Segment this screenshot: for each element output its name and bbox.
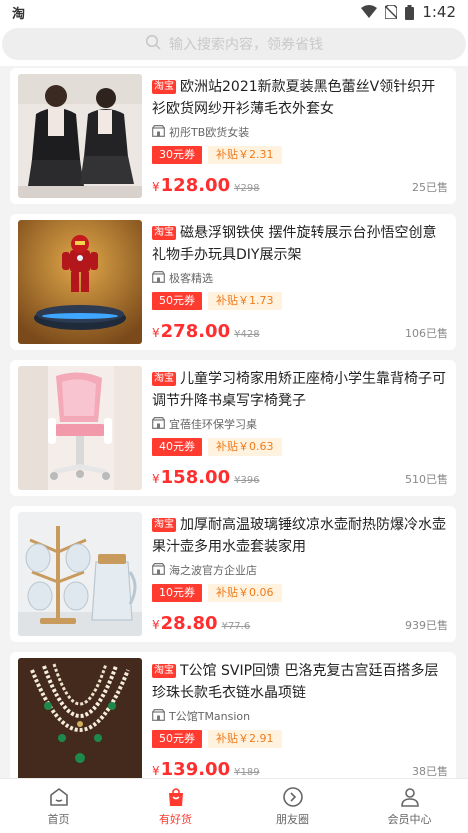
app-indicator: 淘 [12, 6, 26, 22]
search-input[interactable]: 输入搜索内容，领券省钱 [2, 28, 466, 60]
shop-icon [152, 708, 165, 724]
sold-count: 510已售 [405, 473, 448, 486]
taobao-badge: 淘宝 [152, 664, 176, 678]
subsidy-tag: 补贴￥2.31 [208, 146, 282, 164]
nav-member-center-label: 会员中心 [387, 812, 432, 826]
shop-name: 海之波官方企业店 [169, 564, 257, 577]
current-price: ¥28.80 [152, 613, 218, 634]
product-title[interactable]: 淘宝 T公馆 SVIP回馈 巴洛克复古宫廷百搭多层珍珠长款毛衣链水晶项链 [152, 660, 448, 704]
original-price: ¥189 [234, 767, 260, 778]
coupon-tag: 30元券 [152, 146, 202, 164]
taobao-badge: 淘宝 [152, 226, 176, 240]
wifi-icon [361, 5, 378, 19]
original-price: ¥396 [234, 475, 260, 486]
sold-count: 38已售 [412, 765, 448, 778]
product-title[interactable]: 淘宝 欧洲站2021新款夏装黑色蕾丝V领针织开衫欧货网纱开衫薄毛衣外套女 [152, 76, 448, 120]
shop-name: 初彤TB欧货女装 [169, 126, 250, 139]
nav-good-stuff-label: 有好货 [159, 812, 192, 826]
nav-home[interactable]: 首页 [0, 779, 117, 833]
shop-name-row: 海之波官方企业店 [152, 562, 448, 578]
subsidy-tag: 补贴￥0.06 [208, 584, 282, 602]
nav-good-stuff[interactable]: 有好货 [117, 779, 234, 833]
nav-member-center[interactable]: 会员中心 [351, 779, 468, 833]
nav-moments-label: 朋友圈 [276, 812, 309, 826]
shop-icon [152, 416, 165, 432]
nav-home-label: 首页 [47, 812, 70, 826]
battery-icon [405, 4, 415, 20]
coupon-tag: 50元券 [152, 730, 202, 748]
product-image[interactable] [18, 220, 142, 344]
shop-icon [152, 124, 165, 140]
product-image[interactable] [18, 366, 142, 490]
product-card[interactable]: 淘宝 加厚耐高温玻璃锤纹凉水壶耐热防爆冷水壶果汁壶多用水壶套装家用 海之波官方企业… [10, 506, 456, 642]
shop-name-row: T公馆TMansion [152, 708, 448, 724]
taobao-badge: 淘宝 [152, 372, 176, 386]
current-price: ¥278.00 [152, 321, 231, 342]
current-price: ¥139.00 [152, 759, 231, 780]
shop-name: 极客精选 [169, 272, 213, 285]
sold-count: 106已售 [405, 327, 448, 340]
shop-name: T公馆TMansion [169, 710, 251, 723]
shop-name-row: 初彤TB欧货女装 [152, 124, 448, 140]
product-image[interactable] [18, 658, 142, 782]
product-image[interactable] [18, 512, 142, 636]
shop-name-row: 极客精选 [152, 270, 448, 286]
original-price: ¥298 [234, 183, 260, 194]
subsidy-tag: 补贴￥0.63 [208, 438, 282, 456]
product-title[interactable]: 淘宝 加厚耐高温玻璃锤纹凉水壶耐热防爆冷水壶果汁壶多用水壶套装家用 [152, 514, 448, 558]
product-card[interactable]: 淘宝 磁悬浮钢铁侠 摆件旋转展示台孙悟空创意礼物手办玩具DIY展示架 极客精选 5… [10, 214, 456, 350]
search-bar-container: 输入搜索内容，领券省钱 [0, 24, 468, 66]
user-icon [399, 786, 421, 808]
sold-count: 25已售 [412, 181, 448, 194]
shop-name: 宜蓓佳环保学习桌 [169, 418, 257, 431]
clock: 1:42 [422, 3, 456, 21]
product-feed: 淘宝 欧洲站2021新款夏装黑色蕾丝V领针织开衫欧货网纱开衫薄毛衣外套女 初彤TB… [10, 68, 456, 798]
product-card[interactable]: 淘宝 儿童学习椅家用矫正座椅小学生靠背椅子可调节升降书桌写字椅凳子 宜蓓佳环保学习… [10, 360, 456, 496]
bottom-navigation: 首页 有好货 朋友圈 会员中心 [0, 778, 468, 833]
search-placeholder: 输入搜索内容，领券省钱 [169, 37, 323, 53]
product-card[interactable]: 淘宝 欧洲站2021新款夏装黑色蕾丝V领针织开衫欧货网纱开衫薄毛衣外套女 初彤TB… [10, 68, 456, 204]
subsidy-tag: 补贴￥1.73 [208, 292, 282, 310]
original-price: ¥428 [234, 329, 260, 340]
current-price: ¥158.00 [152, 467, 231, 488]
subsidy-tag: 补贴￥2.91 [208, 730, 282, 748]
shop-icon [152, 270, 165, 286]
status-bar: 淘 1:42 [0, 0, 468, 24]
current-price: ¥128.00 [152, 175, 231, 196]
shopping-bag-icon [165, 786, 187, 808]
sold-count: 939已售 [405, 619, 448, 632]
product-title[interactable]: 淘宝 磁悬浮钢铁侠 摆件旋转展示台孙悟空创意礼物手办玩具DIY展示架 [152, 222, 448, 266]
product-title[interactable]: 淘宝 儿童学习椅家用矫正座椅小学生靠背椅子可调节升降书桌写字椅凳子 [152, 368, 448, 412]
no-sim-icon [385, 5, 398, 19]
coupon-tag: 40元券 [152, 438, 202, 456]
product-image[interactable] [18, 74, 142, 198]
taobao-badge: 淘宝 [152, 518, 176, 532]
shop-icon [152, 562, 165, 578]
home-icon [48, 786, 70, 808]
shop-name-row: 宜蓓佳环保学习桌 [152, 416, 448, 432]
nav-moments[interactable]: 朋友圈 [234, 779, 351, 833]
product-card[interactable]: 淘宝 T公馆 SVIP回馈 巴洛克复古宫廷百搭多层珍珠长款毛衣链水晶项链 T公馆T… [10, 652, 456, 788]
circle-arrow-icon [282, 786, 304, 808]
search-icon [145, 34, 161, 54]
coupon-tag: 10元券 [152, 584, 202, 602]
coupon-tag: 50元券 [152, 292, 202, 310]
taobao-badge: 淘宝 [152, 80, 176, 94]
original-price: ¥77.6 [221, 621, 251, 632]
